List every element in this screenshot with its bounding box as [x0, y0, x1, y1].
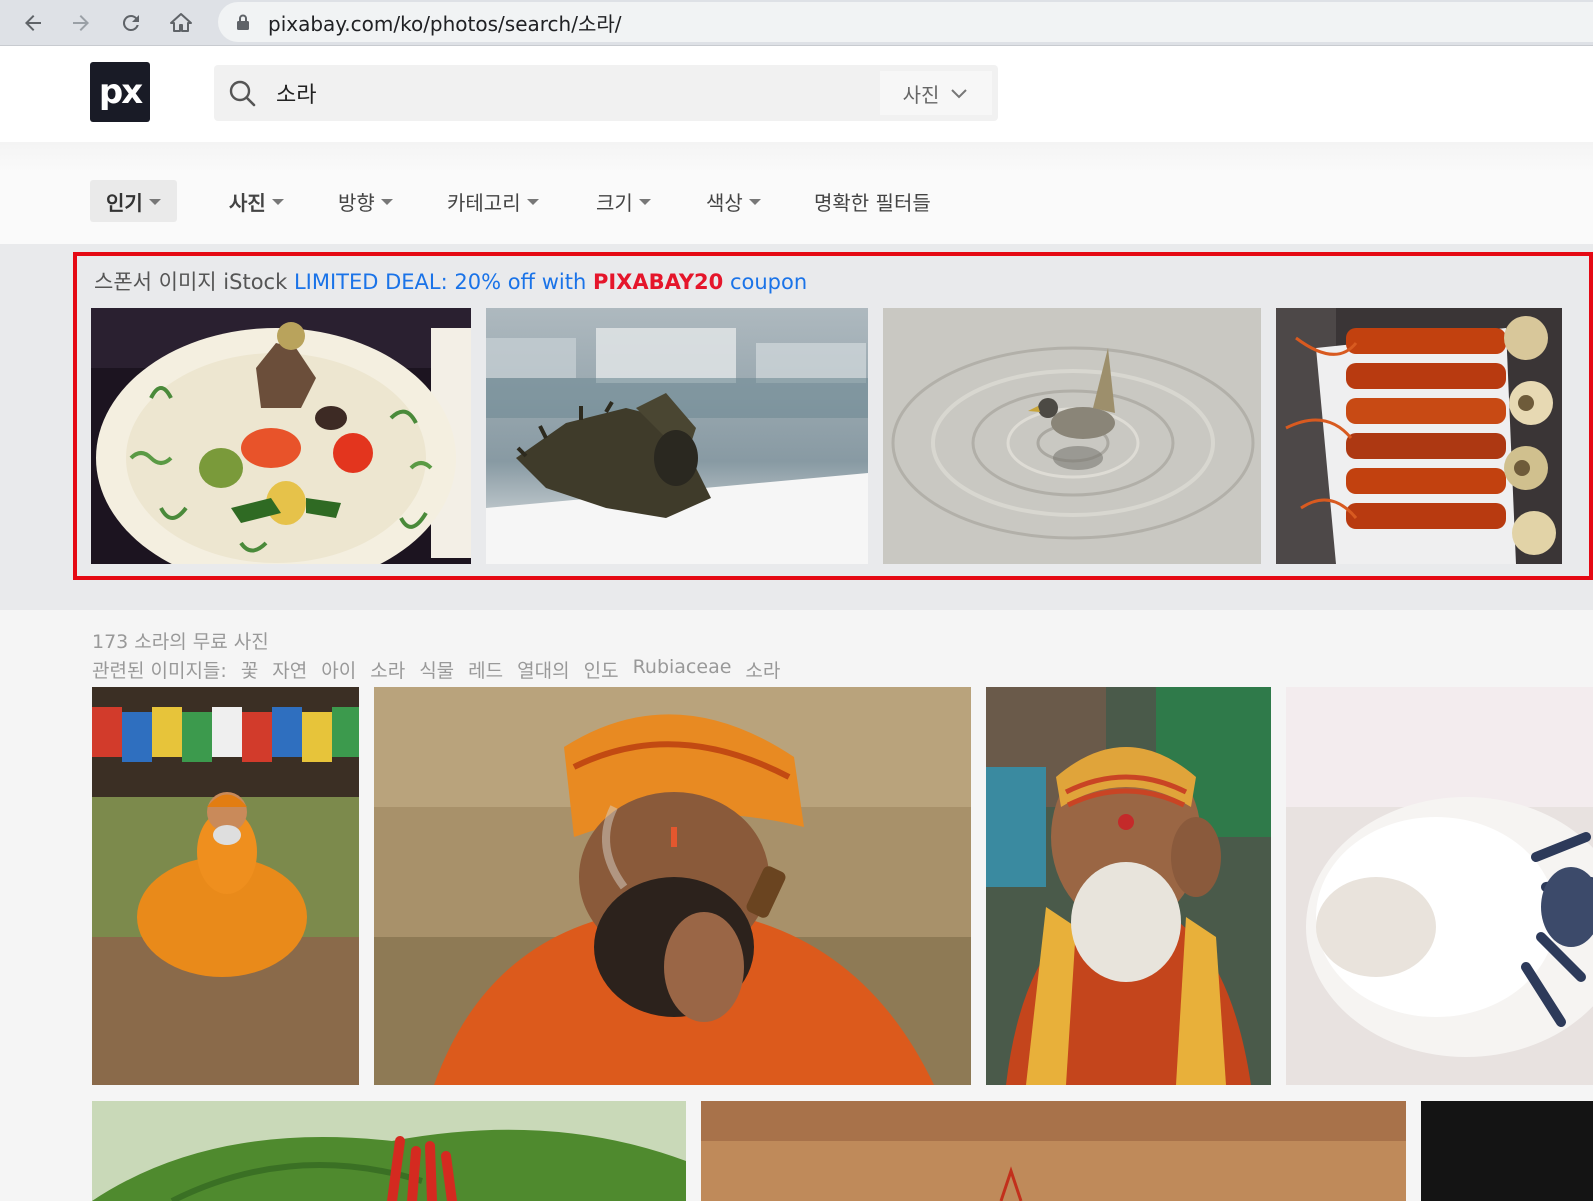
- plate-photo: [91, 308, 471, 564]
- filter-label: 카테고리: [447, 190, 521, 215]
- related-tag[interactable]: 아이: [321, 656, 356, 683]
- forward-button[interactable]: [64, 6, 98, 40]
- result-photo[interactable]: [701, 1101, 1406, 1201]
- search-type-dropdown[interactable]: 사진: [880, 71, 992, 115]
- red-flowers-photo: [92, 1101, 686, 1201]
- result-photo[interactable]: [374, 687, 971, 1085]
- filter-size[interactable]: 크기: [596, 180, 651, 222]
- caret-down-icon: [380, 199, 393, 205]
- chevron-down-icon: [951, 89, 968, 99]
- hermit-crab-photo: [1286, 687, 1593, 1085]
- arrow-right-icon: [73, 15, 89, 31]
- related-label: 관련된 이미지들:: [92, 660, 227, 682]
- monk-meditating-photo: [92, 687, 359, 1085]
- filter-type[interactable]: 사진: [229, 180, 284, 222]
- filter-color[interactable]: 색상: [706, 180, 761, 222]
- filter-label: 사진: [229, 190, 266, 215]
- related-tag[interactable]: 레드: [468, 656, 503, 683]
- search-icon[interactable]: [228, 79, 256, 107]
- url-text: pixabay.com/ko/photos/search/소라/: [268, 11, 622, 36]
- related-tag[interactable]: 인도: [584, 656, 619, 683]
- result-photo[interactable]: [1421, 1101, 1593, 1201]
- result-photo[interactable]: [1286, 687, 1593, 1085]
- filter-label: 색상: [706, 190, 743, 215]
- browser-toolbar: pixabay.com/ko/photos/search/소라/: [0, 0, 1593, 46]
- sand-photo: [701, 1101, 1406, 1201]
- conch-photo: [486, 308, 868, 564]
- related-images: 관련된 이미지들: 꽃 자연 아이 소라 식물 레드 열대의 인도 Rubiac…: [92, 656, 780, 683]
- sponsor-coupon: coupon: [729, 270, 808, 294]
- arrow-left-icon: [25, 15, 41, 31]
- lobster-photo: [1276, 308, 1562, 564]
- sponsor-image[interactable]: [486, 308, 868, 564]
- sponsor-deal: LIMITED DEAL: 20% off with: [293, 270, 587, 294]
- filter-label: 크기: [596, 190, 633, 215]
- caret-down-icon: [148, 199, 161, 205]
- related-tag[interactable]: 열대의: [517, 656, 569, 683]
- sadhu-phone-photo: [986, 687, 1271, 1085]
- pixabay-logo[interactable]: px: [90, 62, 150, 122]
- related-tag[interactable]: 소라: [745, 656, 780, 683]
- site-header: px 사진: [0, 46, 1593, 142]
- sponsor-banner[interactable]: 스폰서 이미지 iStock LIMITED DEAL: 20% off wit…: [94, 266, 807, 296]
- filter-label: 방향: [338, 190, 375, 215]
- filter-label: 인기: [106, 190, 143, 215]
- home-icon: [170, 13, 192, 32]
- sponsor-image[interactable]: [1276, 308, 1562, 564]
- search-bar: 사진: [214, 65, 998, 121]
- filter-clear[interactable]: 명확한 필터들: [814, 180, 931, 222]
- filter-bar: 인기 사진 방향 카테고리 크기 색상 명확한 필터들: [0, 142, 1593, 244]
- highlight-frame-edge: [1589, 252, 1593, 580]
- filter-orientation[interactable]: 방향: [338, 180, 393, 222]
- sponsor-image[interactable]: [883, 308, 1261, 564]
- related-tag[interactable]: 소라: [370, 656, 405, 683]
- caret-down-icon: [638, 199, 651, 205]
- search-type-label: 사진: [902, 82, 940, 107]
- filter-label: 명확한 필터들: [814, 190, 931, 215]
- sponsor-image[interactable]: [91, 308, 471, 564]
- reload-button[interactable]: [114, 6, 148, 40]
- bird-photo: [883, 308, 1261, 564]
- reload-icon: [122, 14, 139, 31]
- result-photo[interactable]: [92, 687, 359, 1085]
- sadhu-smoking-photo: [374, 687, 971, 1085]
- result-photo[interactable]: [986, 687, 1271, 1085]
- filter-popular[interactable]: 인기: [90, 180, 177, 222]
- related-tag[interactable]: Rubiaceae: [633, 656, 732, 683]
- back-button[interactable]: [16, 6, 50, 40]
- address-bar[interactable]: pixabay.com/ko/photos/search/소라/: [218, 2, 1593, 42]
- sponsored-images: 스폰서 이미지 iStock LIMITED DEAL: 20% off wit…: [0, 244, 1593, 610]
- results-count: 173 소라의 무료 사진: [92, 631, 269, 653]
- sponsor-label: 스폰서 이미지: [94, 270, 217, 294]
- caret-down-icon: [526, 199, 539, 205]
- home-button[interactable]: [164, 6, 198, 40]
- lock-icon: [237, 14, 249, 30]
- coupon-code: PIXABAY20: [592, 270, 724, 294]
- sponsor-brand: iStock: [223, 270, 288, 294]
- result-photo[interactable]: [92, 1101, 686, 1201]
- caret-down-icon: [748, 199, 761, 205]
- related-tag[interactable]: 꽃: [241, 656, 258, 683]
- related-tag[interactable]: 식물: [419, 656, 454, 683]
- search-input[interactable]: [276, 73, 896, 113]
- filter-category[interactable]: 카테고리: [447, 180, 539, 222]
- caret-down-icon: [271, 199, 284, 205]
- related-tag[interactable]: 자연: [272, 656, 307, 683]
